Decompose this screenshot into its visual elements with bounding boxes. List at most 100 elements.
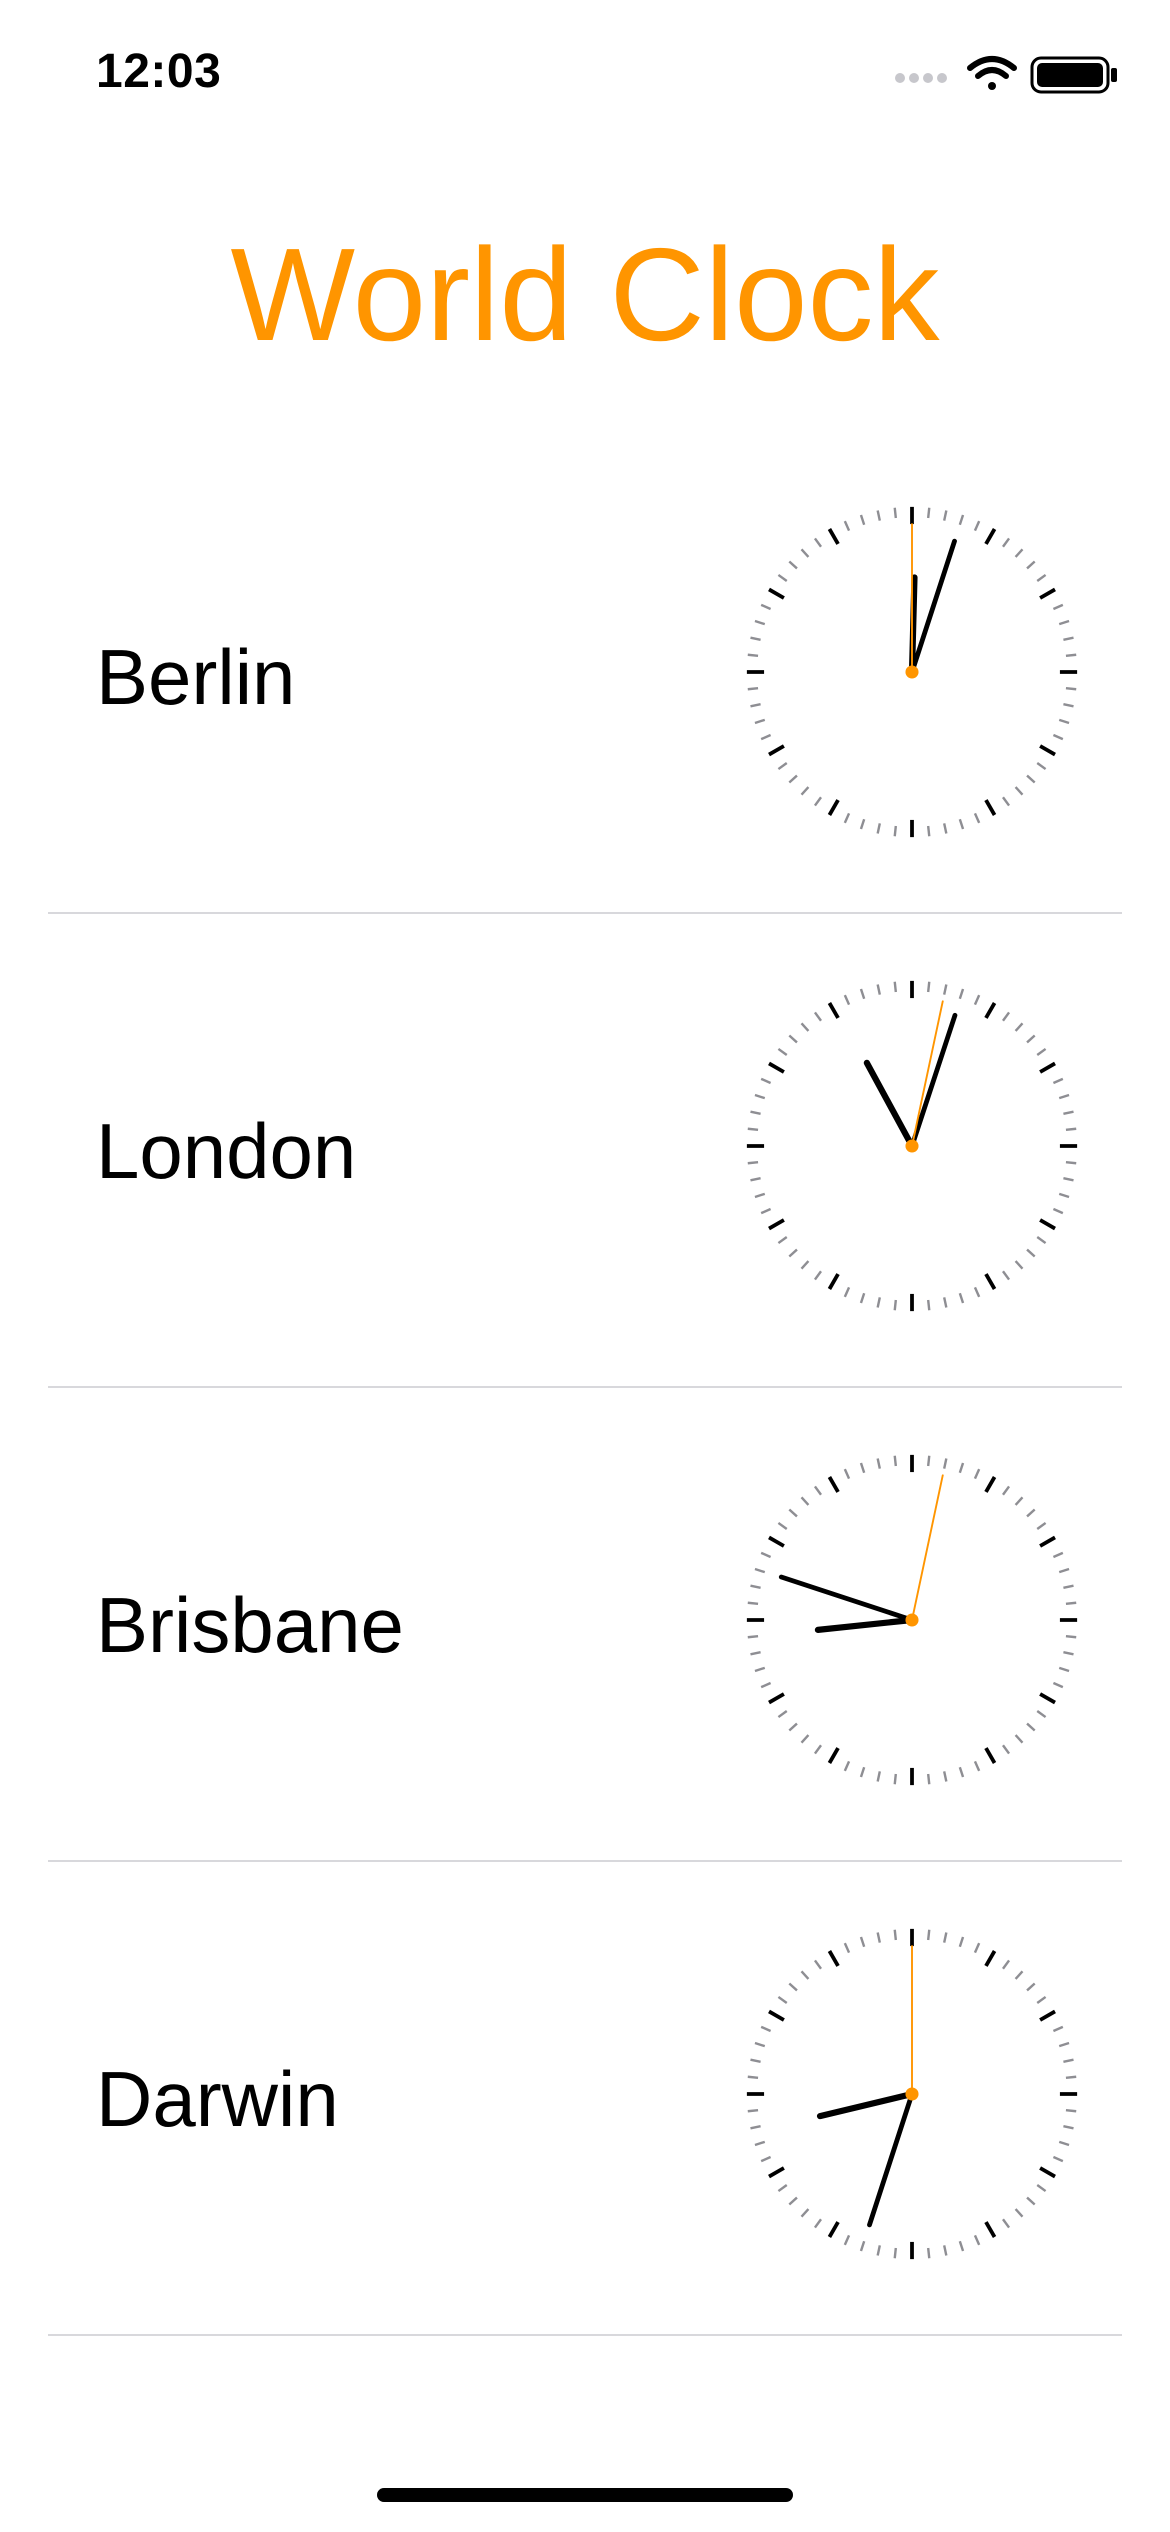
minute-tick <box>813 796 822 807</box>
clock-row-london[interactable]: London <box>0 914 1170 1388</box>
minute-tick <box>1002 537 1011 548</box>
minute-tick <box>760 2155 772 2163</box>
hour-tick <box>1039 2009 1056 2022</box>
hour-tick <box>768 1061 785 1074</box>
minute-tick <box>973 994 981 1006</box>
minute-tick <box>859 1462 866 1474</box>
minute-tick <box>1065 686 1077 691</box>
clock-center-dot <box>905 2087 919 2101</box>
minute-tick <box>859 2240 866 2252</box>
minute-tick <box>973 2234 981 2246</box>
minute-hand <box>909 1012 958 1149</box>
minute-tick <box>1036 1995 1047 2004</box>
minute-tick <box>893 825 898 837</box>
minute-tick <box>760 2025 772 2033</box>
minute-tick <box>777 1521 788 1530</box>
minute-tick <box>958 514 965 526</box>
minute-tick <box>958 818 965 830</box>
minute-tick <box>777 1710 788 1719</box>
minute-tick <box>1058 718 1070 725</box>
minute-tick <box>1026 560 1036 570</box>
minute-tick <box>926 2247 931 2259</box>
minute-tick <box>958 1766 965 1778</box>
minute-tick <box>800 1496 810 1506</box>
hour-tick <box>1039 1061 1056 1074</box>
minute-tick <box>1002 1485 1011 1496</box>
clock-row-brisbane[interactable]: Brisbane <box>0 1388 1170 1862</box>
minute-tick <box>1014 1970 1024 1980</box>
minute-tick <box>843 1286 851 1298</box>
clock-center-dot <box>905 1613 919 1627</box>
minute-tick <box>1026 2196 1036 2206</box>
minute-tick <box>760 1207 772 1215</box>
analog-clock-icon <box>746 506 1078 838</box>
clock-row-berlin[interactable]: Berlin <box>0 440 1170 914</box>
minute-tick <box>926 825 931 837</box>
minute-tick <box>777 573 788 582</box>
minute-tick <box>958 988 965 1000</box>
minute-tick <box>1065 2108 1077 2113</box>
minute-tick <box>1065 653 1077 658</box>
minute-tick <box>1026 774 1036 784</box>
minute-tick <box>760 1077 772 1085</box>
home-indicator[interactable] <box>377 2488 793 2502</box>
minute-tick <box>1052 1207 1064 1215</box>
hour-tick <box>827 1476 840 1493</box>
minute-tick <box>777 1047 788 1056</box>
hour-tick <box>827 1950 840 1967</box>
city-name: Berlin <box>96 633 296 721</box>
minute-tick <box>1065 1160 1077 1165</box>
minute-tick <box>1058 1192 1070 1199</box>
minute-tick <box>1036 1521 1047 1530</box>
minute-tick <box>958 1462 965 1474</box>
minute-tick <box>747 686 759 691</box>
hour-tick <box>1039 1218 1056 1231</box>
hour-tick <box>768 587 785 600</box>
minute-tick <box>843 1468 851 1480</box>
minute-tick <box>788 774 798 784</box>
minute-tick <box>1063 1177 1074 1182</box>
minute-tick <box>943 984 948 995</box>
minute-tick <box>943 1297 948 1308</box>
minute-tick <box>876 984 881 995</box>
city-name: London <box>96 1107 357 1195</box>
minute-tick <box>788 1722 798 1732</box>
minute-tick <box>1058 619 1070 626</box>
minute-tick <box>800 786 810 796</box>
minute-tick <box>1014 786 1024 796</box>
clock-list: Berlin London Brisbane Darwin <box>0 440 1170 2336</box>
minute-tick <box>1036 573 1047 582</box>
minute-tick <box>926 981 931 993</box>
signal-dots-icon <box>895 73 947 83</box>
minute-tick <box>1026 1722 1036 1732</box>
minute-tick <box>750 1177 761 1182</box>
minute-tick <box>1065 1127 1077 1132</box>
minute-tick <box>750 1584 761 1589</box>
hour-tick <box>984 528 997 545</box>
minute-tick <box>943 1458 948 1469</box>
city-name: Brisbane <box>96 1581 404 1669</box>
minute-tick <box>1052 733 1064 741</box>
minute-tick <box>777 762 788 771</box>
hour-tick <box>984 1476 997 1493</box>
clock-row-darwin[interactable]: Darwin <box>0 1862 1170 2336</box>
minute-tick <box>1063 636 1074 641</box>
minute-tick <box>843 1942 851 1954</box>
minute-hand <box>867 2091 915 2228</box>
minute-tick <box>1002 2218 1011 2229</box>
minute-tick <box>1058 2140 1070 2147</box>
hour-tick <box>984 2221 997 2238</box>
status-icons <box>892 52 1122 96</box>
minute-tick <box>926 1299 931 1311</box>
minute-tick <box>754 1093 766 1100</box>
minute-tick <box>788 1034 798 1044</box>
minute-tick <box>788 1248 798 1258</box>
minute-tick <box>859 988 866 1000</box>
minute-tick <box>973 812 981 824</box>
minute-tick <box>813 1485 822 1496</box>
minute-tick <box>859 1766 866 1778</box>
minute-tick <box>859 1936 866 1948</box>
minute-tick <box>760 733 772 741</box>
minute-tick <box>973 1468 981 1480</box>
minute-tick <box>1014 1734 1024 1744</box>
